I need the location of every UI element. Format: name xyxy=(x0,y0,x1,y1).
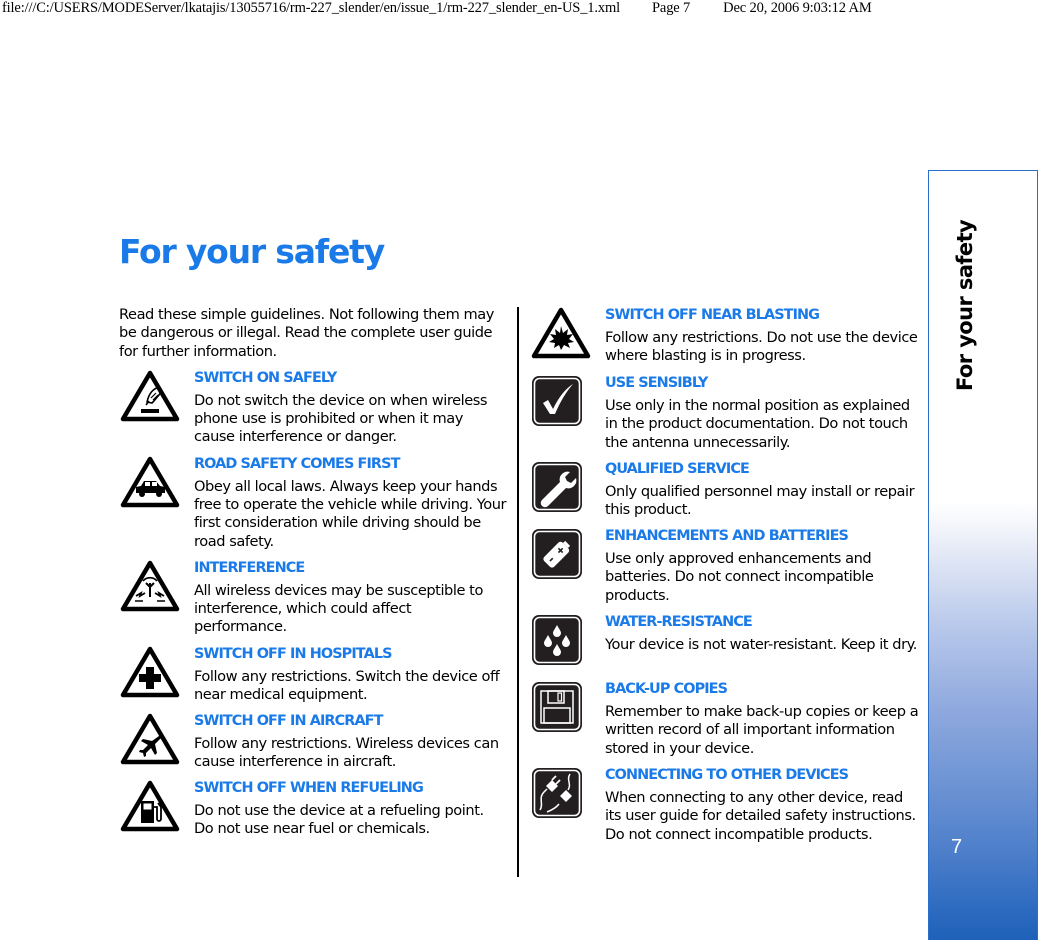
chapter-tab-label-text: For your safety xyxy=(953,219,977,391)
item-body: Use only in the normal position as expla… xyxy=(605,397,910,451)
print-header-datetime: Dec 20, 2006 9:03:12 AM xyxy=(723,0,872,16)
safety-item-use-sensibly: USE SENSIBLY Use only in the normal posi… xyxy=(530,374,920,460)
aircraft-warning-icon xyxy=(119,712,194,768)
safety-item-refueling: SWITCH OFF WHEN REFUELING Do not use the… xyxy=(119,779,507,846)
item-body: Your device is not water-resistant. Keep… xyxy=(605,636,917,653)
item-body: Obey all local laws. Always keep your ha… xyxy=(194,477,507,550)
chapter-side-tab: For your safety 7 xyxy=(928,170,1038,940)
item-title: SWITCH OFF WHEN REFUELING xyxy=(194,779,424,796)
item-title: SWITCH OFF IN HOSPITALS xyxy=(194,645,392,662)
interference-warning-icon xyxy=(119,559,194,615)
item-body: Follow any restrictions. Do not use the … xyxy=(605,329,918,365)
page-number: 7 xyxy=(951,836,963,858)
left-column: Read these simple guidelines. Not follow… xyxy=(119,306,507,846)
floppy-disk-icon xyxy=(530,680,605,734)
item-title: SWITCH OFF IN AIRCRAFT xyxy=(194,712,383,729)
wrench-icon xyxy=(530,460,605,514)
item-body: Use only approved enhancements and batte… xyxy=(605,550,874,604)
item-body: Remember to make back-up copies or keep … xyxy=(605,703,919,757)
item-body: When connecting to any other device, rea… xyxy=(605,789,916,843)
safety-item-water-resistance: WATER-RESISTANCE Your device is not wate… xyxy=(530,613,920,680)
chapter-tab-label: For your safety xyxy=(951,220,991,401)
item-title: SWITCH OFF NEAR BLASTING xyxy=(605,307,820,323)
print-header: file:///C:/USERS/MODEServer/lkatajis/130… xyxy=(2,0,872,18)
item-title: BACK-UP COPIES xyxy=(605,681,728,697)
item-title: CONNECTING TO OTHER DEVICES xyxy=(605,767,849,783)
safety-item-switch-on-safely: SWITCH ON SAFELY Do not switch the devic… xyxy=(119,369,507,455)
print-header-path: file:///C:/USERS/MODEServer/lkatajis/130… xyxy=(2,0,620,16)
item-title: WATER-RESISTANCE xyxy=(605,614,753,630)
safety-item-hospitals: SWITCH OFF IN HOSPITALS Follow any restr… xyxy=(119,645,507,712)
print-header-page: Page 7 xyxy=(652,0,691,16)
item-body: All wireless devices may be susceptible … xyxy=(194,581,483,636)
item-body: Only qualified personnel may install or … xyxy=(605,483,915,519)
safety-item-enhancements-batteries: ENHANCEMENTS AND BATTERIES Use only appr… xyxy=(530,527,920,613)
safety-item-interference: INTERFERENCE All wireless devices may be… xyxy=(119,559,507,645)
item-body: Follow any restrictions. Switch the devi… xyxy=(194,667,500,704)
safety-item-aircraft: SWITCH OFF IN AIRCRAFT Follow any restri… xyxy=(119,712,507,779)
item-body: Do not switch the device on when wireles… xyxy=(194,391,488,446)
plug-connector-icon xyxy=(530,766,605,820)
safety-item-blasting: SWITCH OFF NEAR BLASTING Follow any rest… xyxy=(530,306,920,374)
intro-paragraph: Read these simple guidelines. Not follow… xyxy=(119,306,494,360)
fuel-pump-warning-icon xyxy=(119,779,194,835)
item-title: QUALIFIED SERVICE xyxy=(605,461,750,477)
page-title: For your safety xyxy=(119,232,385,271)
safety-item-road-safety: ROAD SAFETY COMES FIRST Obey all local l… xyxy=(119,455,507,559)
item-title: ENHANCEMENTS AND BATTERIES xyxy=(605,528,849,544)
switch-on-warning-icon xyxy=(119,369,194,425)
column-divider xyxy=(517,307,519,877)
car-warning-icon xyxy=(119,455,194,511)
safety-item-qualified-service: QUALIFIED SERVICE Only qualified personn… xyxy=(530,460,920,527)
item-title: USE SENSIBLY xyxy=(605,375,708,391)
checkmark-icon xyxy=(530,374,605,428)
battery-icon xyxy=(530,527,605,581)
right-column: SWITCH OFF NEAR BLASTING Follow any rest… xyxy=(530,306,920,844)
item-title: ROAD SAFETY COMES FIRST xyxy=(194,455,400,472)
item-title: INTERFERENCE xyxy=(194,559,305,576)
hospital-cross-warning-icon xyxy=(119,645,194,701)
item-body: Do not use the device at a refueling poi… xyxy=(194,801,484,838)
item-body: Follow any restrictions. Wireless device… xyxy=(194,734,499,771)
water-drops-icon xyxy=(530,613,605,667)
item-title: SWITCH ON SAFELY xyxy=(194,369,337,386)
safety-item-backup-copies: BACK-UP COPIES Remember to make back-up … xyxy=(530,680,920,766)
safety-item-connecting-devices: CONNECTING TO OTHER DEVICES When connect… xyxy=(530,766,920,844)
blasting-warning-icon xyxy=(530,306,605,362)
